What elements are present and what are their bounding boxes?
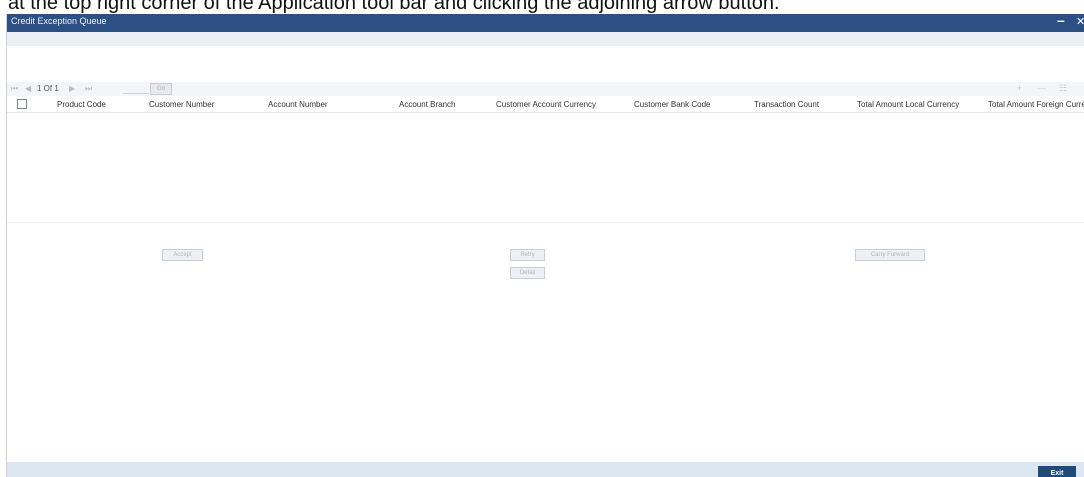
column-account-branch[interactable]: Account Branch	[399, 100, 455, 109]
column-total-amount-foreign-currency[interactable]: Total Amount Foreign Currency	[988, 100, 1084, 109]
retry-button[interactable]: Retry	[510, 249, 545, 261]
window-footer	[7, 462, 1084, 477]
grid-divider	[7, 222, 1084, 223]
carry-forward-button[interactable]: Carry Forward	[855, 249, 925, 261]
last-page-icon[interactable]: ⏭	[85, 84, 92, 94]
close-icon[interactable]: ✕	[1076, 15, 1084, 28]
add-row-icon[interactable]: +	[1017, 83, 1022, 93]
window-title: Credit Exception Queue	[11, 16, 107, 26]
column-transaction-count[interactable]: Transaction Count	[754, 100, 819, 109]
column-account-number[interactable]: Account Number	[268, 100, 328, 109]
column-total-amount-local-currency[interactable]: Total Amount Local Currency	[857, 100, 959, 109]
first-page-icon[interactable]: ⏮	[11, 84, 18, 94]
page-info: 1 Of 1	[37, 84, 59, 93]
accept-button[interactable]: Accept	[162, 249, 203, 261]
detail-button[interactable]: Detail	[510, 267, 545, 279]
select-all-checkbox[interactable]	[17, 99, 27, 109]
column-customer-account-currency[interactable]: Customer Account Currency	[496, 100, 596, 109]
delete-row-icon[interactable]: —	[1037, 83, 1046, 93]
view-single-record-icon[interactable]: ☷	[1059, 83, 1067, 94]
column-product-code[interactable]: Product Code	[57, 100, 106, 109]
next-page-icon[interactable]: ▶	[69, 84, 75, 93]
credit-exception-queue-window: Credit Exception Queue – ✕ ⏮ ◀ 1 Of 1 ▶ …	[6, 12, 1084, 477]
grid-pager: ⏮ ◀ 1 Of 1 ▶ ⏭ Go + — ☷	[7, 82, 1084, 96]
previous-page-icon[interactable]: ◀	[25, 84, 31, 93]
page-number-input[interactable]	[123, 93, 149, 94]
window-titlebar: Credit Exception Queue – ✕	[7, 12, 1084, 32]
column-customer-number[interactable]: Customer Number	[149, 100, 214, 109]
header-band	[7, 32, 1084, 46]
column-customer-bank-code[interactable]: Customer Bank Code	[634, 100, 710, 109]
grid-body	[7, 114, 1084, 222]
exit-button[interactable]: Exit	[1038, 466, 1076, 477]
go-button[interactable]: Go	[150, 83, 172, 95]
grid-header: Product Code Customer Number Account Num…	[7, 96, 1084, 113]
minimize-icon[interactable]: –	[1057, 12, 1065, 28]
